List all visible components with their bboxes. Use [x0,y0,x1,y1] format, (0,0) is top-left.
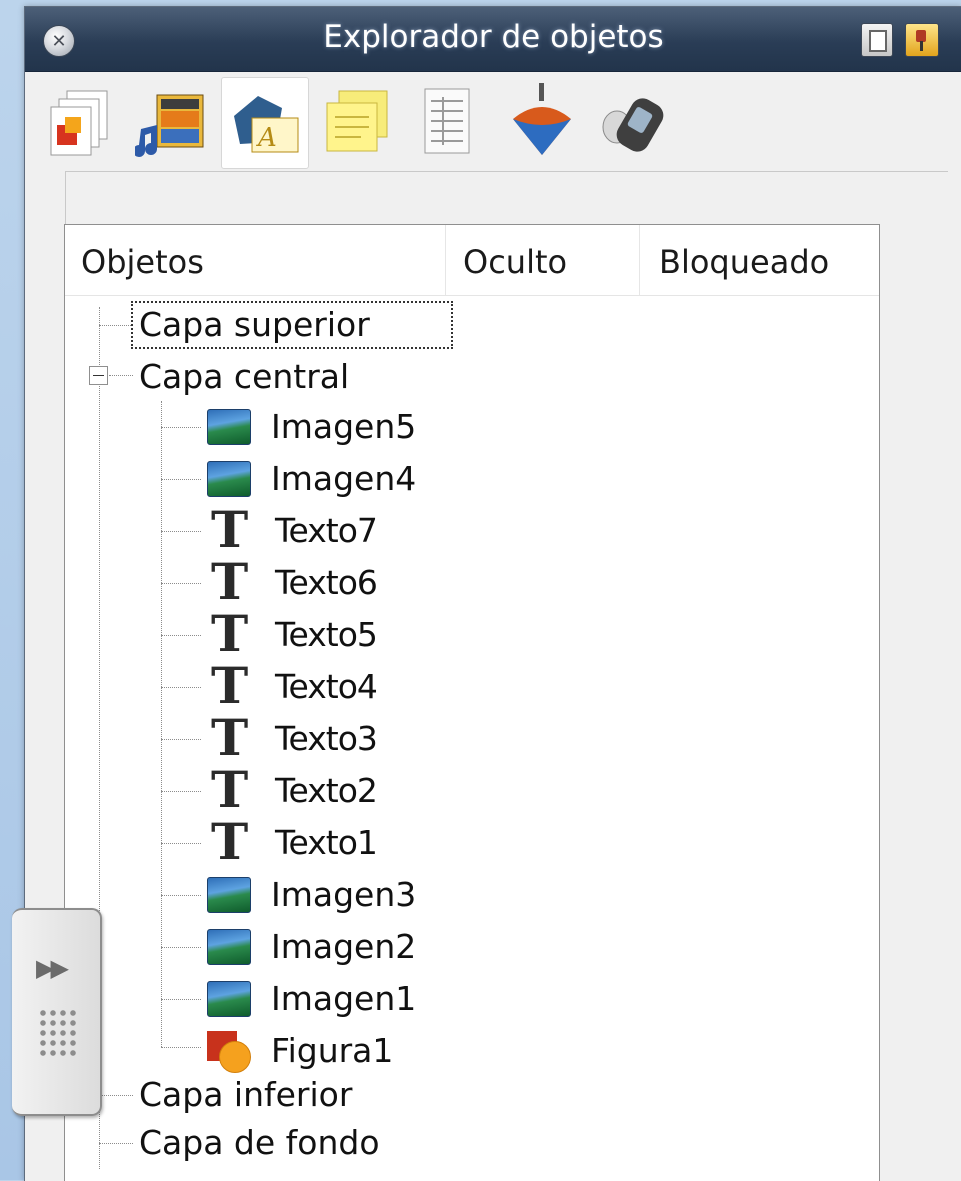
tree-line [161,479,201,480]
column-objetos[interactable]: Objetos [81,243,204,281]
tree-line [161,1047,201,1048]
image-icon [207,981,251,1017]
objects-icon[interactable]: A [221,77,309,169]
tree-line [99,325,133,326]
tree-item-label: Texto5 [275,615,378,654]
tree-item-label: Capa de fondo [139,1123,380,1162]
expand-arrows-icon: ▶▶ [36,954,69,982]
image-icon [207,877,251,913]
tree-item-label: Texto7 [275,511,378,550]
side-panel-tab[interactable]: ▶▶ [12,908,102,1116]
column-divider[interactable] [445,225,446,295]
image-icon [207,461,251,497]
tree-item-texto7[interactable]: T Texto7 [65,505,879,557]
tree-item-label: Capa superior [139,305,370,344]
collapse-icon[interactable] [89,366,108,385]
tree-item-imagen5[interactable]: Imagen5 [65,401,879,453]
grip-icon[interactable] [38,1008,80,1060]
tree-line [161,739,201,740]
tree-item-imagen2[interactable]: Imagen2 [65,921,879,973]
tree-item-texto5[interactable]: T Texto5 [65,609,879,661]
image-icon [207,929,251,965]
tree-item-label: Imagen2 [271,927,417,966]
tree-item-capa-inferior[interactable]: Capa inferior [65,1069,879,1121]
text-icon: T [211,656,249,715]
column-bloqueado[interactable]: Bloqueado [659,243,829,281]
pages-icon[interactable] [37,77,123,167]
pin-icon[interactable] [905,23,939,57]
tree-line [161,635,201,636]
tree-line [161,947,201,948]
tree-item-label: Imagen4 [271,459,417,498]
tool-tabs: A [25,71,961,171]
image-icon [207,409,251,445]
column-oculto[interactable]: Oculto [463,243,567,281]
tree-item-label: Figura1 [271,1031,394,1070]
device-icon[interactable] [589,77,675,167]
tree-item-texto1[interactable]: T Texto1 [65,817,879,869]
text-icon: T [211,552,249,611]
tree-item-capa-superior[interactable]: Capa superior [65,299,879,351]
tree-item-label: Imagen5 [271,407,417,446]
tree-item-label: Texto6 [275,563,378,602]
document-icon[interactable] [861,23,893,57]
tree-item-label: Texto1 [275,823,378,862]
svg-text:A: A [256,123,277,153]
tree-line [99,1143,133,1144]
object-tree[interactable]: Objetos Oculto Bloqueado Capa superior C… [64,224,880,1181]
title-bar: ✕ Explorador de objetos [25,7,961,72]
column-header: Objetos Oculto Bloqueado [65,225,879,296]
tree-item-texto2[interactable]: T Texto2 [65,765,879,817]
text-icon: T [211,812,249,871]
text-icon: T [211,760,249,819]
tree-item-label: Texto3 [275,719,378,758]
tree-item-texto6[interactable]: T Texto6 [65,557,879,609]
tree-item-label: Texto4 [275,667,378,706]
property-sheet-icon[interactable] [405,77,491,167]
window-title: Explorador de objetos [323,19,664,55]
tree-line [109,375,133,376]
tree-item-texto4[interactable]: T Texto4 [65,661,879,713]
text-icon: T [211,604,249,663]
tree-item-label: Imagen3 [271,875,417,914]
column-divider[interactable] [639,225,640,295]
film-music-icon[interactable] [129,77,215,167]
shape-icon [207,1031,253,1073]
tree-item-label: Imagen1 [271,979,417,1018]
tree-line [161,687,201,688]
tree-item-imagen1[interactable]: Imagen1 [65,973,879,1025]
sticky-note-icon[interactable] [313,77,399,167]
tree-line [161,895,201,896]
tree-item-capa-de-fondo[interactable]: Capa de fondo [65,1117,879,1169]
tree-line [99,1095,133,1096]
tree-line [161,999,201,1000]
tree-item-label: Capa inferior [139,1075,353,1114]
tree-line [161,531,201,532]
spinning-top-icon[interactable] [497,77,583,167]
tree-item-label: Texto2 [275,771,378,810]
tree-item-texto3[interactable]: T Texto3 [65,713,879,765]
tree-line [161,843,201,844]
text-icon: T [211,500,249,559]
tree-item-label: Capa central [139,357,350,396]
tree-item-imagen4[interactable]: Imagen4 [65,453,879,505]
tree-item-imagen3[interactable]: Imagen3 [65,869,879,921]
tree-line [161,791,201,792]
text-icon: T [211,708,249,767]
tree-line [161,583,201,584]
tree-item-capa-central[interactable]: Capa central [65,351,879,403]
tree-line [161,427,201,428]
